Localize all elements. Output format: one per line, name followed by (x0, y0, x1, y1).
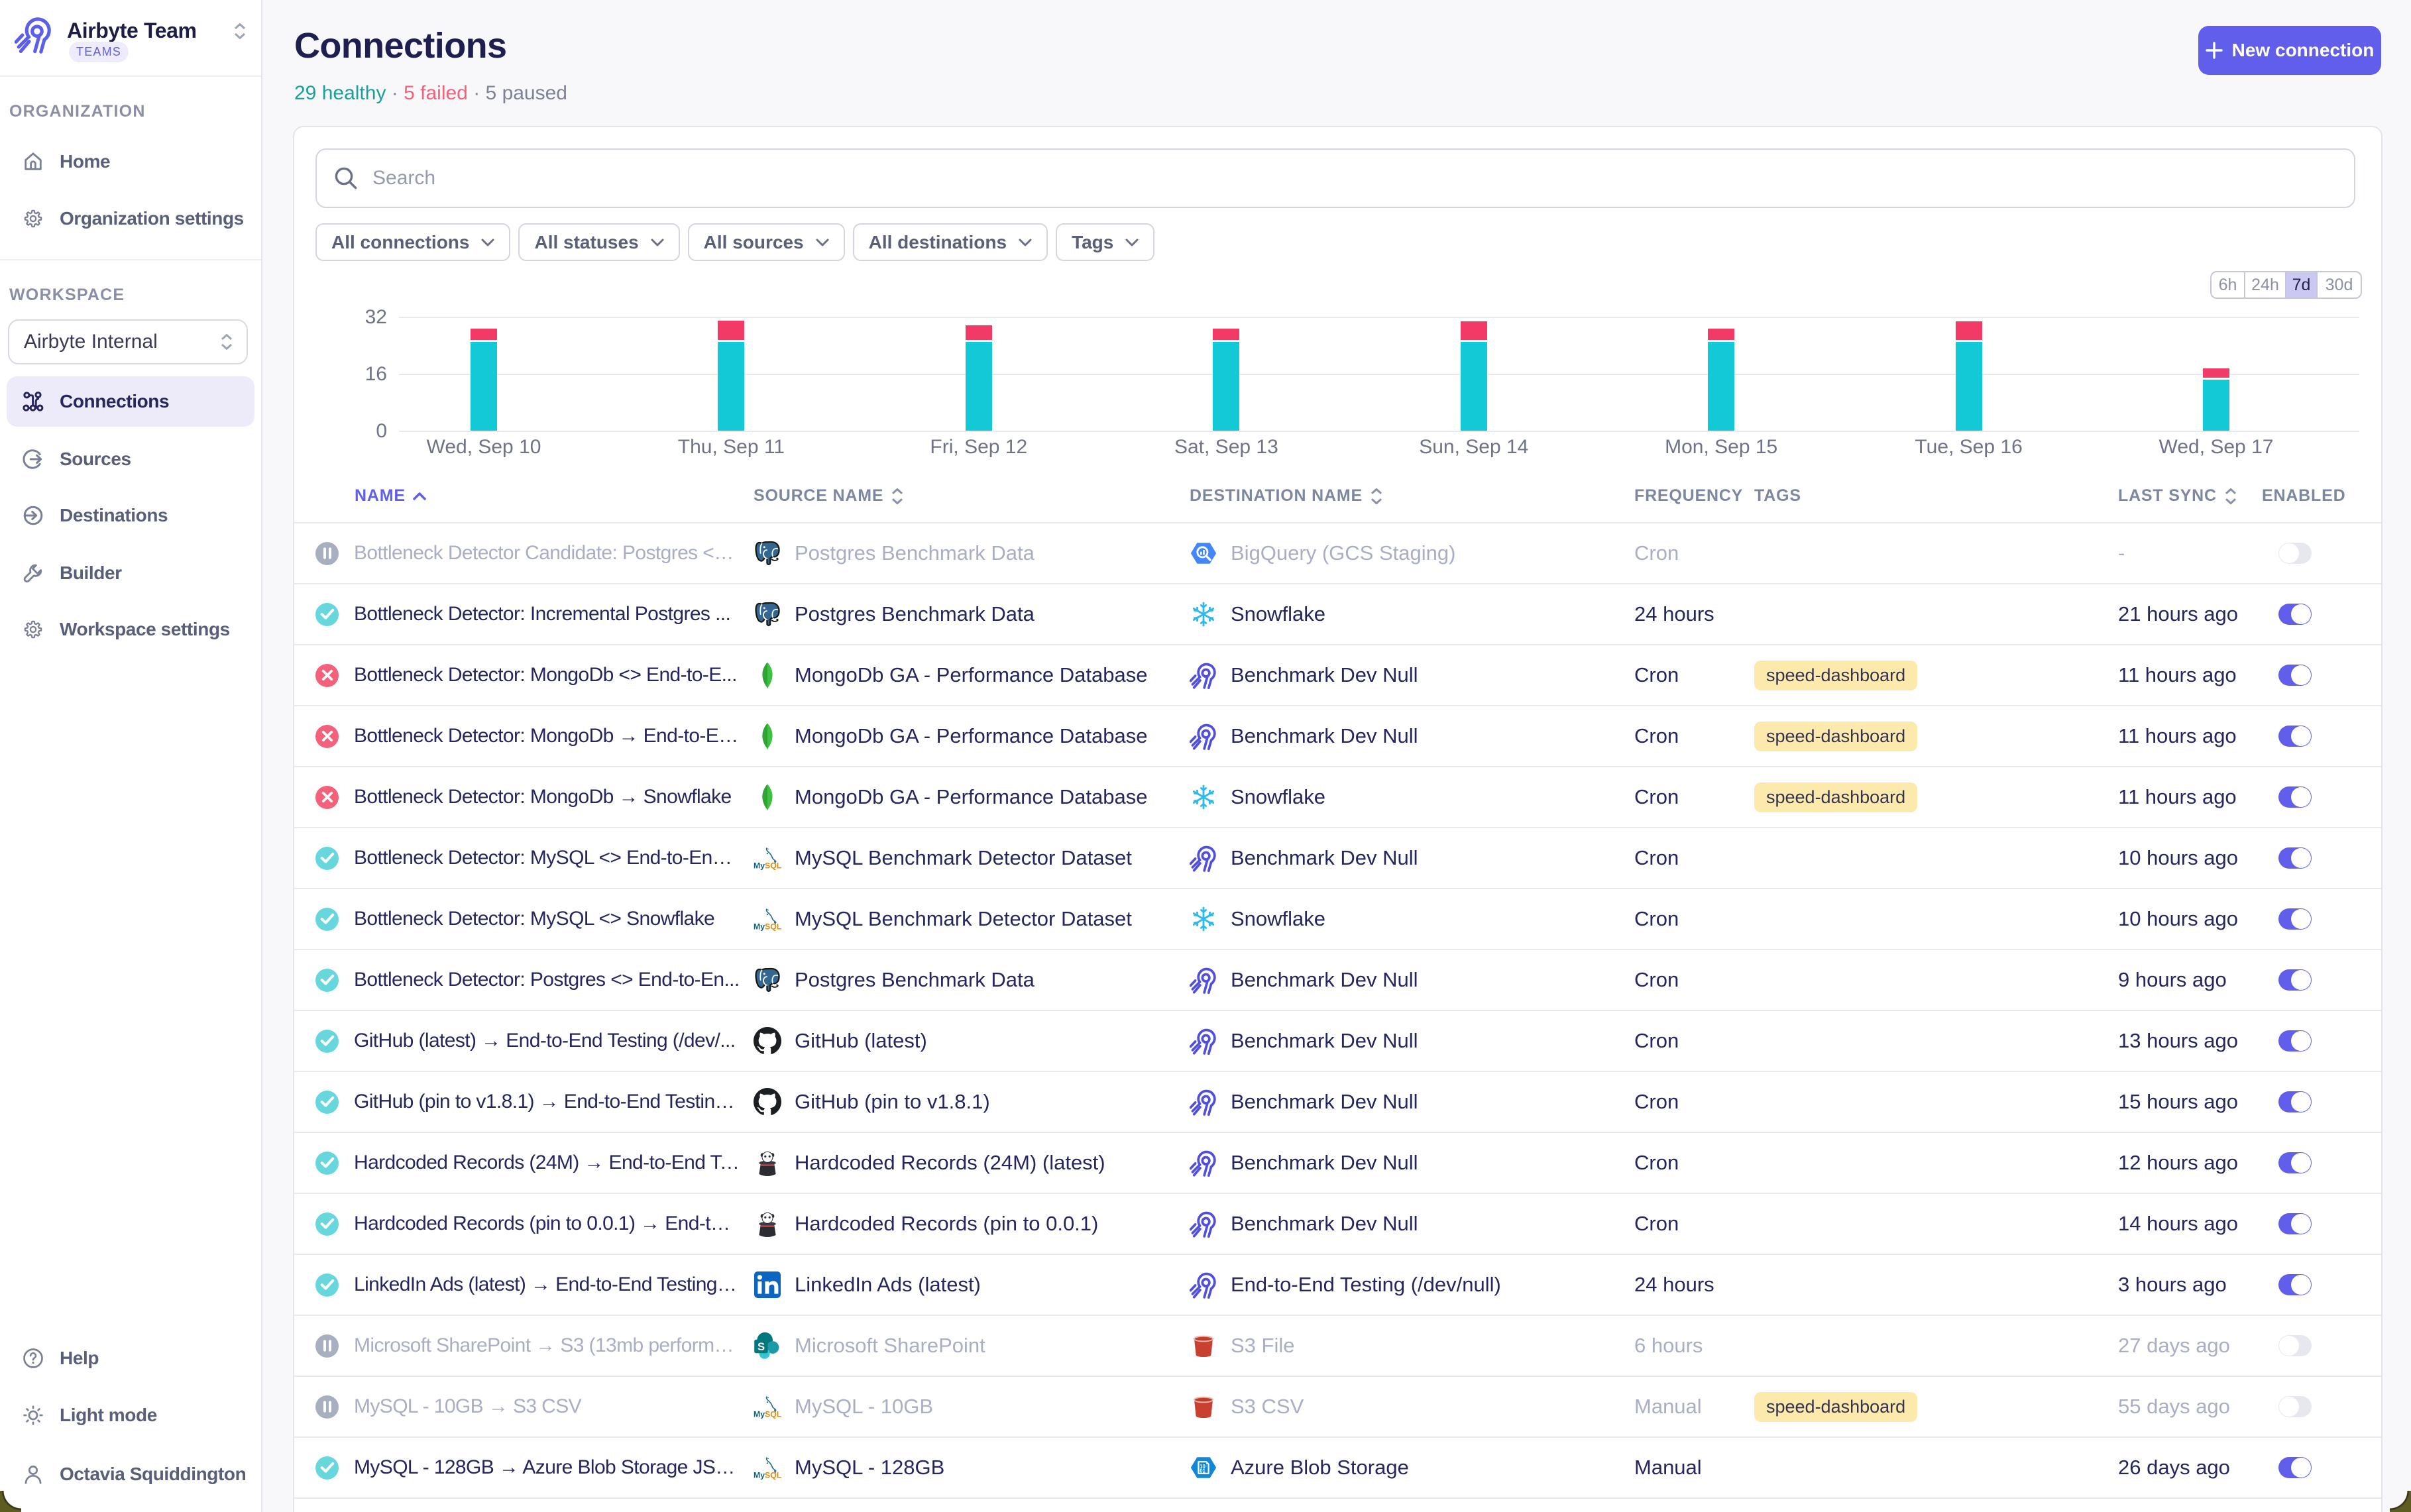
svg-text:MySQL: MySQL (754, 1409, 781, 1419)
svg-text:MySQL: MySQL (754, 861, 781, 870)
svg-text:S: S (757, 1340, 765, 1353)
svg-text:MySQL: MySQL (754, 1470, 781, 1480)
svg-text:MySQL: MySQL (754, 922, 781, 931)
svg-text:01: 01 (1200, 1468, 1206, 1474)
